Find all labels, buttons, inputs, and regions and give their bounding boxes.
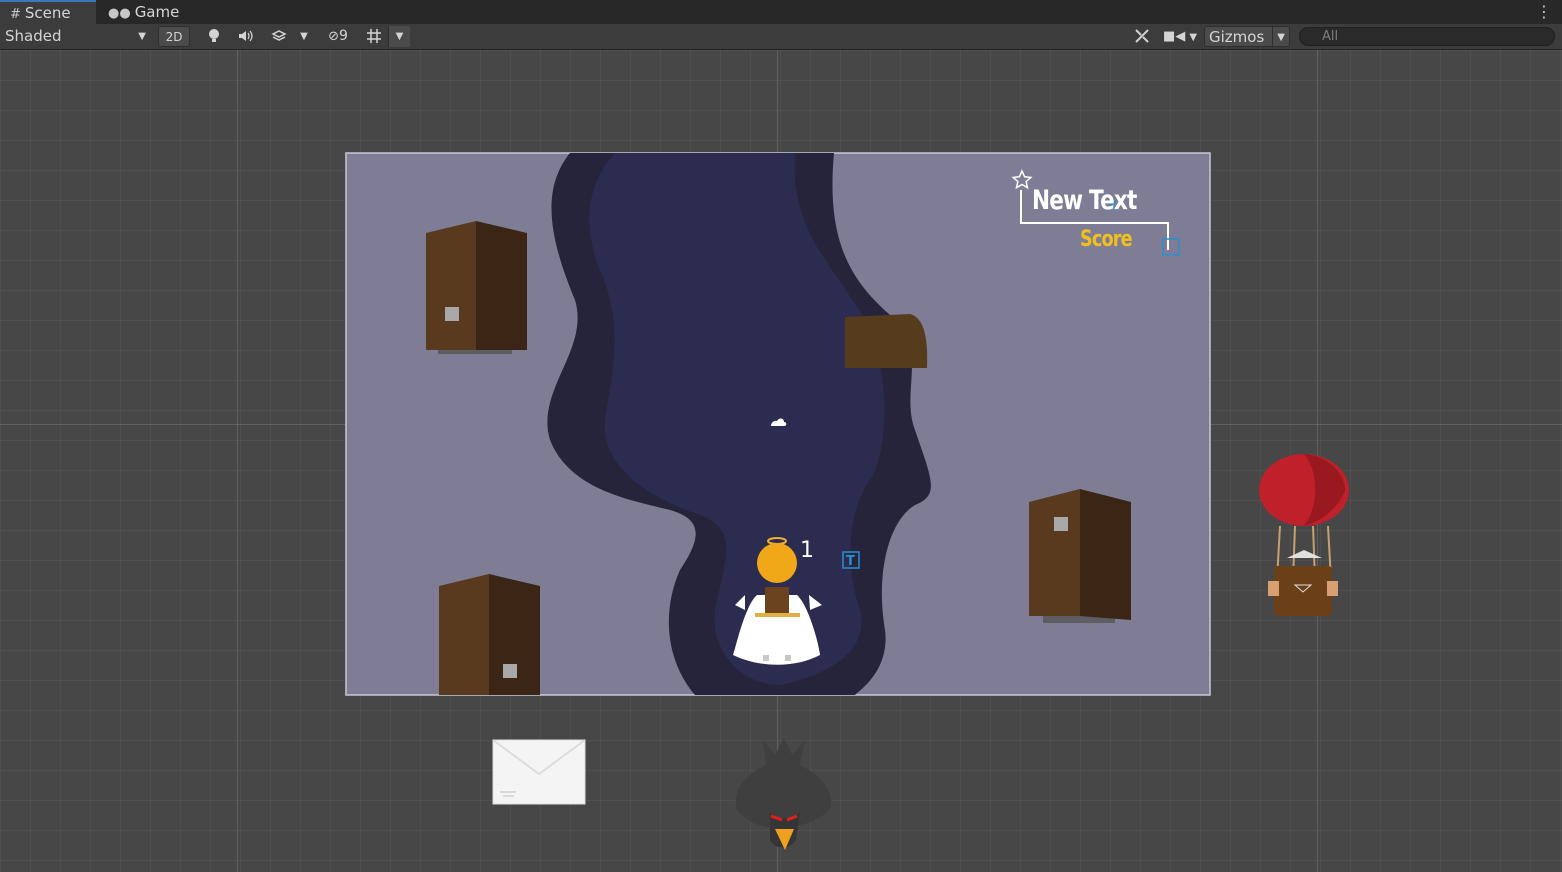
gamepad-icon: ●● (108, 6, 131, 21)
wooden-door-sprite (1029, 489, 1131, 623)
chevron-down-icon: ▼ (1272, 27, 1285, 48)
scene-visibility-toggle[interactable]: ⊘9 (320, 26, 356, 47)
score-value: 1 (800, 538, 814, 563)
lighting-toggle-icon[interactable] (202, 26, 226, 47)
new-text-label: New Text (1032, 185, 1137, 216)
crow-enemy-sprite (735, 738, 831, 850)
scene-viewport[interactable]: ✕ T New Text Score 1 (0, 50, 1562, 872)
wooden-door-sprite (426, 221, 527, 354)
tab-game-label: Game (134, 3, 180, 21)
envelope-sprite (492, 739, 586, 805)
eye-slash-icon: ⊘ (328, 29, 339, 44)
camera-icon: ■◀ (1162, 29, 1186, 44)
audio-toggle-icon[interactable] (234, 26, 258, 47)
grid-icon: # (10, 7, 21, 22)
wooden-door-sprite (439, 574, 540, 695)
grid-toggle-icon[interactable] (362, 26, 386, 47)
hot-air-balloon-sprite (1259, 454, 1349, 616)
tab-scene-label: Scene (24, 4, 71, 22)
shading-mode-dropdown[interactable]: Shaded ▼ (0, 26, 152, 47)
effects-toggle-icon[interactable] (266, 26, 292, 47)
hidden-objects-count: 9 (338, 28, 348, 44)
tab-game[interactable]: ●● Game (104, 0, 184, 24)
chevron-down-icon[interactable]: ▼ (295, 26, 313, 47)
chevron-down-icon[interactable]: ▼ (388, 26, 410, 47)
gizmos-dropdown[interactable]: Gizmos ▼ (1204, 26, 1290, 48)
more-options-icon[interactable]: ⋮ (1536, 1, 1552, 23)
score-label: Score (1080, 227, 1133, 252)
scene-toolbar: Shaded ▼ 2D ▼ ⊘9 ▼ ■◀ ▼ Gizmos ▼ ⚲ (0, 24, 1562, 50)
toggle-2d-button[interactable]: 2D (158, 26, 190, 47)
scene-objects: ✕ T (345, 152, 1349, 850)
shading-mode-label: Shaded (5, 27, 62, 45)
camera-settings-dropdown[interactable]: ■◀ ▼ (1162, 26, 1198, 47)
tab-scene[interactable]: # Scene (0, 0, 96, 24)
tools-icon[interactable] (1128, 26, 1156, 47)
chevron-down-icon: ▼ (138, 31, 146, 42)
text-gizmo-icon: T (846, 554, 855, 569)
wooden-platform-sprite (845, 314, 928, 368)
tab-bar: # Scene ●● Game ⋮ (0, 0, 1562, 24)
chevron-down-icon: ▼ (1189, 32, 1198, 43)
search-input[interactable] (1299, 27, 1555, 46)
gizmos-label: Gizmos (1209, 28, 1265, 46)
